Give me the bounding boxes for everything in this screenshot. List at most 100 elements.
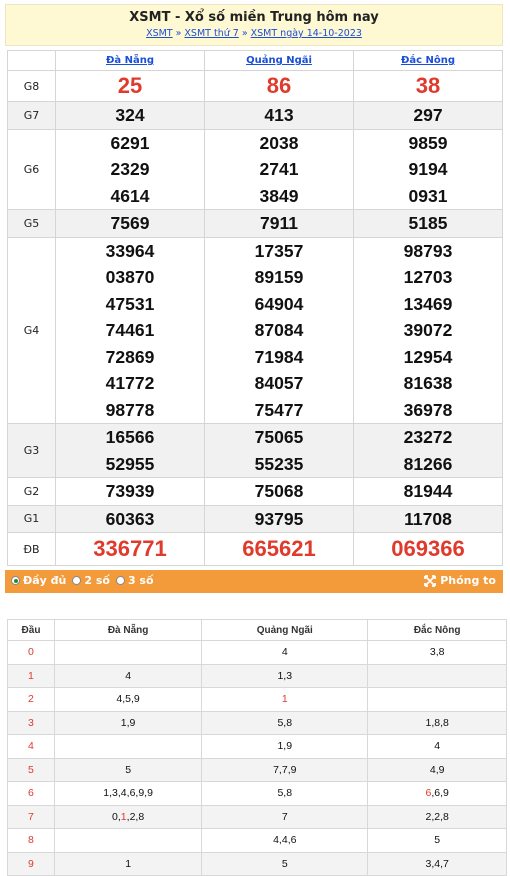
prize-number: 4614: [110, 185, 150, 206]
prize-number: 71984: [254, 346, 304, 367]
prize-cell: 75068: [204, 477, 354, 506]
loto-tails: 7: [201, 804, 369, 829]
prize-number: 74461: [105, 320, 155, 340]
prize-number: 25: [117, 73, 143, 98]
prize-number: 93795: [254, 508, 304, 529]
prize-number: 38: [415, 73, 441, 98]
province-link-danang[interactable]: Đà Nẵng: [106, 55, 154, 66]
radio-icon[interactable]: [115, 576, 125, 585]
prize-cell: 297: [353, 101, 503, 130]
province-link-daknong[interactable]: Đắc Nông: [401, 55, 455, 66]
loto-tail-digit: 8: [138, 810, 145, 823]
prize-number: 5185: [408, 213, 448, 233]
loto-head-digit: 8: [7, 828, 55, 853]
option-two-digits[interactable]: 2 số: [72, 574, 110, 587]
prize-number: 75068: [254, 481, 304, 501]
loto-row: 2 4,5,9 1: [7, 687, 507, 712]
prize-cell: 069366: [353, 532, 503, 566]
prize-cell: 75065 55235: [204, 423, 354, 478]
results-table-header: Đà Nẵng Quảng Ngãi Đắc Nông: [7, 50, 503, 71]
loto-tails: 4: [53, 663, 203, 688]
loto-tails: [367, 663, 507, 688]
prize-number: 23272: [403, 427, 453, 447]
loto-tails: 3,8: [367, 640, 507, 665]
loto-tails: 4: [201, 640, 369, 665]
loto-header: Đầu Đà Nẵng Quảng Ngãi Đắc Nông: [7, 619, 507, 641]
loto-head-digit: 2: [7, 687, 55, 712]
radio-icon[interactable]: [72, 576, 82, 585]
prize-label: G7: [7, 101, 56, 130]
prize-cell: 73939: [55, 477, 205, 506]
prize-number: 665621: [242, 536, 316, 561]
loto-head-digit: 5: [7, 757, 55, 782]
prize-number: 87084: [254, 320, 304, 340]
option-three-label: 3 số: [127, 574, 154, 587]
loto-head-digit: 4: [7, 734, 55, 759]
prize-cell: 5185: [353, 209, 503, 238]
prize-label: G6: [7, 128, 56, 210]
prize-row-g4: G4 33964 03870 47531 74461 72869 41772 98778 173…: [7, 236, 503, 424]
prize-cell: 336771: [55, 532, 205, 566]
prize-number: 7569: [110, 213, 150, 233]
prize-number: 336771: [93, 536, 167, 561]
prize-cell: 11708: [353, 504, 503, 533]
prize-number: 16566: [105, 427, 155, 447]
prize-row-g2: G2 73939 75068 81944: [7, 477, 503, 506]
province-daknong: Đắc Nông: [353, 50, 503, 71]
display-options: Đầy đủ 2 số 3 số: [11, 574, 160, 587]
prize-number: 60363: [105, 508, 155, 529]
loto-tails: 7,7,9: [201, 757, 369, 782]
prize-number: 98778: [105, 399, 155, 420]
prize-number: 33964: [105, 240, 155, 261]
prize-number: 2741: [259, 159, 299, 179]
option-three-digits[interactable]: 3 số: [115, 574, 154, 587]
prize-number: 2038: [259, 132, 299, 153]
prize-cell: 38: [353, 70, 503, 102]
prize-number: 81266: [403, 453, 453, 474]
option-full[interactable]: Đầy đủ: [11, 574, 66, 587]
prize-number: 03870: [105, 267, 155, 287]
breadcrumb-separator: »: [175, 28, 182, 39]
prize-number: 41772: [105, 373, 155, 393]
option-two-label: 2 số: [84, 574, 110, 587]
prize-label: G3: [7, 423, 56, 478]
prize-number: 81944: [403, 481, 453, 501]
prize-number: 36978: [403, 399, 453, 420]
loto-tails: 1,3,4,6,9,9: [53, 781, 203, 806]
prize-number: 3849: [259, 185, 299, 206]
prize-number: 413: [264, 105, 294, 125]
prize-number: 86: [266, 73, 292, 98]
breadcrumb-separator: »: [241, 28, 248, 39]
radio-checked-icon[interactable]: [11, 576, 20, 585]
prize-number: 84057: [254, 373, 304, 393]
prize-number: 297: [413, 105, 443, 125]
breadcrumb-xsmt-saturday[interactable]: XSMT thứ 7: [184, 28, 238, 39]
prize-cell: 6291 2329 4614: [55, 128, 205, 210]
loto-body: 0 4 3,8 1 4 1,3 2 4,5,9 1 3 1,9 5,8 1,8,8 4 1,9 4 5 5 7,7,…: [7, 640, 507, 876]
loto-head-digit: 0: [7, 640, 55, 665]
prize-cell: 9859 9194 0931: [353, 128, 503, 210]
prize-cell: 324: [55, 101, 205, 130]
prize-label: G1: [7, 504, 56, 533]
prize-cell: 16566 52955: [55, 423, 205, 478]
loto-row: 5 5 7,7,9 4,9: [7, 757, 507, 782]
breadcrumb-xsmt[interactable]: XSMT: [146, 28, 173, 39]
loto-tail-digit: 2: [129, 810, 136, 823]
province-link-quangngai[interactable]: Quảng Ngãi: [246, 55, 312, 66]
prize-number: 2329: [110, 159, 150, 179]
loto-tails: 4,9: [367, 757, 507, 782]
prize-number: 13469: [403, 293, 453, 314]
prize-row-đb: ĐB 336771 665621 069366: [7, 532, 503, 566]
prize-number: 9194: [408, 159, 448, 179]
breadcrumb-xsmt-date[interactable]: XSMT ngày 14-10-2023: [251, 28, 362, 39]
loto-tail-digit: 6: [425, 787, 432, 800]
loto-table: Đầu Đà Nẵng Quảng Ngãi Đắc Nông 0 4 3,8 1 4 1…: [7, 619, 507, 876]
loto-tails: 5,8: [201, 710, 369, 735]
loto-tails: [53, 640, 203, 665]
loto-tails: 4: [367, 734, 507, 759]
loto-tails: 4,4,6: [201, 828, 369, 853]
display-options-bar: Đầy đủ 2 số 3 số Phóng to: [5, 570, 503, 593]
zoom-button[interactable]: Phóng to: [424, 574, 496, 587]
prize-cell: 86: [204, 70, 354, 102]
loto-head-digit: 6: [7, 781, 55, 806]
